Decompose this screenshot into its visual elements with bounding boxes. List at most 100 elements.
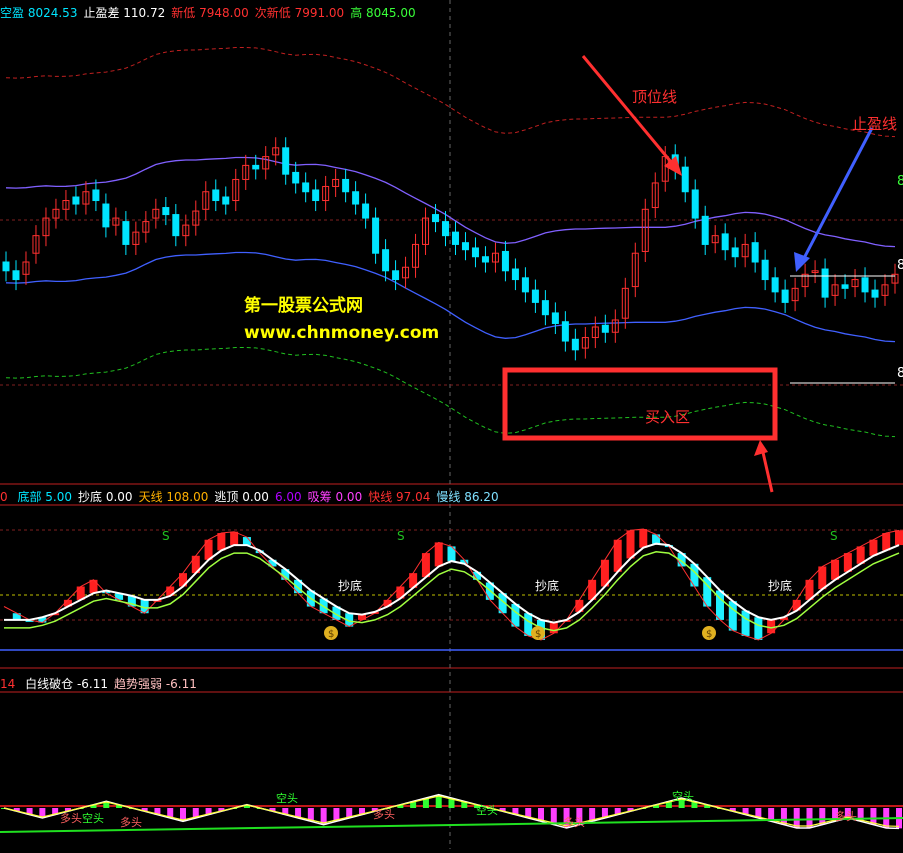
candle-body-72 xyxy=(721,233,729,251)
header-mid-item-2: 天线 108.00 xyxy=(138,490,209,504)
header-mid-item-1: 抄底 0.00 xyxy=(78,490,133,504)
candle-53 xyxy=(531,279,539,313)
buy-zone-label: 买入区 xyxy=(645,408,691,426)
candle-75 xyxy=(751,232,759,273)
candle-12 xyxy=(122,211,130,255)
candle-body-56 xyxy=(561,321,569,342)
candle-28 xyxy=(282,137,290,185)
candle-33 xyxy=(332,168,340,198)
header-main-value-4: 8045.00 xyxy=(366,6,416,20)
top-line-label: 顶位线 xyxy=(632,88,678,106)
candle-84 xyxy=(841,274,849,299)
candle-77 xyxy=(771,267,779,303)
candle-18 xyxy=(182,214,190,247)
candle-85 xyxy=(851,269,859,298)
candle-5 xyxy=(52,198,60,229)
candle-body-68 xyxy=(681,166,689,193)
kong-label-0: 空头 xyxy=(82,811,104,825)
candle-15 xyxy=(152,198,160,229)
header-bottom-item-1: 趋势强弱 -6.11 xyxy=(114,677,197,691)
candle-body-51 xyxy=(511,268,519,281)
duo-label-4: 多头 xyxy=(835,809,857,823)
sell-signal-label-1: S xyxy=(397,529,405,543)
candle-body-39 xyxy=(392,270,400,281)
candle-8 xyxy=(82,181,90,215)
candle-79 xyxy=(791,277,799,312)
candle-7 xyxy=(72,186,80,215)
candle-65 xyxy=(651,172,659,219)
header-mid-item-3: 逃顶 0.00 xyxy=(214,490,269,504)
candle-81 xyxy=(811,260,819,284)
header-main-item-2: 新低 7948.00 xyxy=(171,6,249,20)
take-profit-arrowhead xyxy=(794,252,810,272)
candle-body-25 xyxy=(252,164,260,170)
header-bottom: 14 白线破仓 -6.11 趋势强弱 -6.11 xyxy=(0,675,209,693)
mid-bar-43 xyxy=(549,622,558,634)
candle-body-70 xyxy=(701,215,709,245)
buy-zone-box xyxy=(502,367,778,441)
main-grid xyxy=(0,0,903,849)
candle-body-21 xyxy=(212,189,220,202)
header-main-item-3: 次新低 7991.00 xyxy=(254,6,345,20)
candle-47 xyxy=(471,237,479,268)
candle-74 xyxy=(741,233,749,268)
indicator-panel-1: 抄底 抄底 抄底 S S S $ $ $ xyxy=(0,528,903,651)
gold-signal-text-2: $ xyxy=(706,629,712,640)
candle-2 xyxy=(22,251,30,285)
mid-bar-17 xyxy=(217,533,226,551)
mid-bar-49 xyxy=(626,530,635,559)
mid-bar-18 xyxy=(230,531,239,546)
candle-45 xyxy=(451,221,459,255)
candle-59 xyxy=(591,316,599,349)
candle-70 xyxy=(701,205,709,255)
buy-zone-arrowhead xyxy=(754,440,768,456)
header-mid-value-0: 5.00 xyxy=(45,490,73,504)
candle-body-60 xyxy=(601,324,609,333)
candle-63 xyxy=(631,242,639,298)
candle-body-53 xyxy=(531,289,539,303)
annotations-layer xyxy=(502,55,895,493)
header-mid-value-5: 0.00 xyxy=(335,490,363,504)
candle-16 xyxy=(162,197,170,226)
header-mid-item-6: 快线 97.04 xyxy=(368,490,431,504)
mid-bar-68 xyxy=(869,539,878,556)
candle-55 xyxy=(551,302,559,335)
candle-6 xyxy=(62,189,70,220)
header-main-item-0: 空盈 8024.53 xyxy=(0,6,78,20)
candle-88 xyxy=(881,274,889,306)
candle-body-17 xyxy=(172,214,180,237)
candle-body-55 xyxy=(551,312,559,324)
candle-body-1 xyxy=(12,270,20,281)
candle-35 xyxy=(352,181,360,215)
header-mid-value-1: 0.00 xyxy=(105,490,133,504)
candle-body-31 xyxy=(312,189,320,202)
candle-19 xyxy=(192,200,200,236)
header-mid: 0 底部 5.00 抄底 0.00 天线 108.00 逃顶 0.00 6.00 吸筹 0… xyxy=(0,488,511,506)
candle-71 xyxy=(711,225,719,254)
candle-body-48 xyxy=(481,256,489,263)
candle-49 xyxy=(491,242,499,273)
fast-line xyxy=(3,528,900,641)
candle-36 xyxy=(362,193,370,229)
right-axis-label-3: 8 xyxy=(897,366,903,381)
header-mid-value-3: 0.00 xyxy=(242,490,269,504)
duo-label-3: 多头 xyxy=(563,815,585,829)
header-main-value-1: 110.72 xyxy=(123,6,166,20)
candle-58 xyxy=(581,326,589,359)
candle-body-22 xyxy=(222,196,230,205)
right-axis-label-1: 8 xyxy=(897,174,903,189)
header-main-item-4: 高 8045.00 xyxy=(350,6,416,20)
chart-canvas[interactable]: 抄底 抄底 抄底S S S$ $ $ 多头 多头多头多头 多头空头空头空头空头 xyxy=(0,0,903,849)
header-bottom-value-1: -6.11 xyxy=(165,677,197,691)
candle-body-44 xyxy=(442,221,450,237)
candle-body-87 xyxy=(871,289,879,298)
candle-68 xyxy=(681,156,689,203)
duo-label-2: 多头 xyxy=(373,807,395,821)
candle-54 xyxy=(541,290,549,326)
candle-body-50 xyxy=(501,250,509,272)
candle-13 xyxy=(132,221,140,255)
candle-body-30 xyxy=(302,182,310,193)
candle-32 xyxy=(322,175,330,212)
mid-bar-69 xyxy=(882,533,891,551)
header-mid-item-0: 底部 5.00 xyxy=(17,490,73,504)
